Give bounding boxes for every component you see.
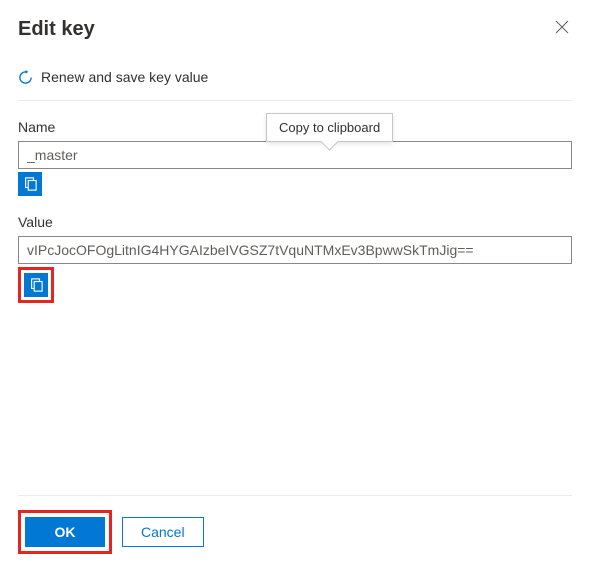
- ok-button[interactable]: OK: [25, 517, 105, 547]
- copy-name-button[interactable]: [18, 172, 42, 196]
- close-button[interactable]: [552, 18, 572, 38]
- dialog-title: Edit key: [18, 18, 95, 41]
- renew-label: Renew and save key value: [41, 69, 208, 85]
- copy-tooltip: Copy to clipboard: [266, 113, 393, 142]
- highlight-ok: OK: [18, 510, 112, 554]
- close-icon: [555, 20, 569, 34]
- value-field: Value: [18, 214, 572, 303]
- name-field: Copy to clipboard Name: [18, 119, 572, 196]
- cancel-button[interactable]: Cancel: [122, 517, 204, 547]
- value-input[interactable]: [18, 236, 572, 264]
- name-input[interactable]: [18, 141, 572, 169]
- highlight-copy-value: [18, 267, 54, 303]
- edit-key-dialog: Edit key Renew and save key value Copy t…: [0, 0, 590, 568]
- refresh-icon: [18, 70, 33, 85]
- dialog-footer: OK Cancel: [18, 495, 572, 568]
- renew-save-action[interactable]: Renew and save key value: [18, 69, 208, 85]
- value-label: Value: [18, 214, 572, 230]
- copy-value-button[interactable]: [24, 273, 48, 297]
- toolbar: Renew and save key value: [18, 69, 572, 101]
- spacer: [18, 321, 572, 496]
- dialog-header: Edit key: [18, 18, 572, 41]
- copy-icon: [23, 177, 37, 191]
- copy-icon: [29, 278, 43, 292]
